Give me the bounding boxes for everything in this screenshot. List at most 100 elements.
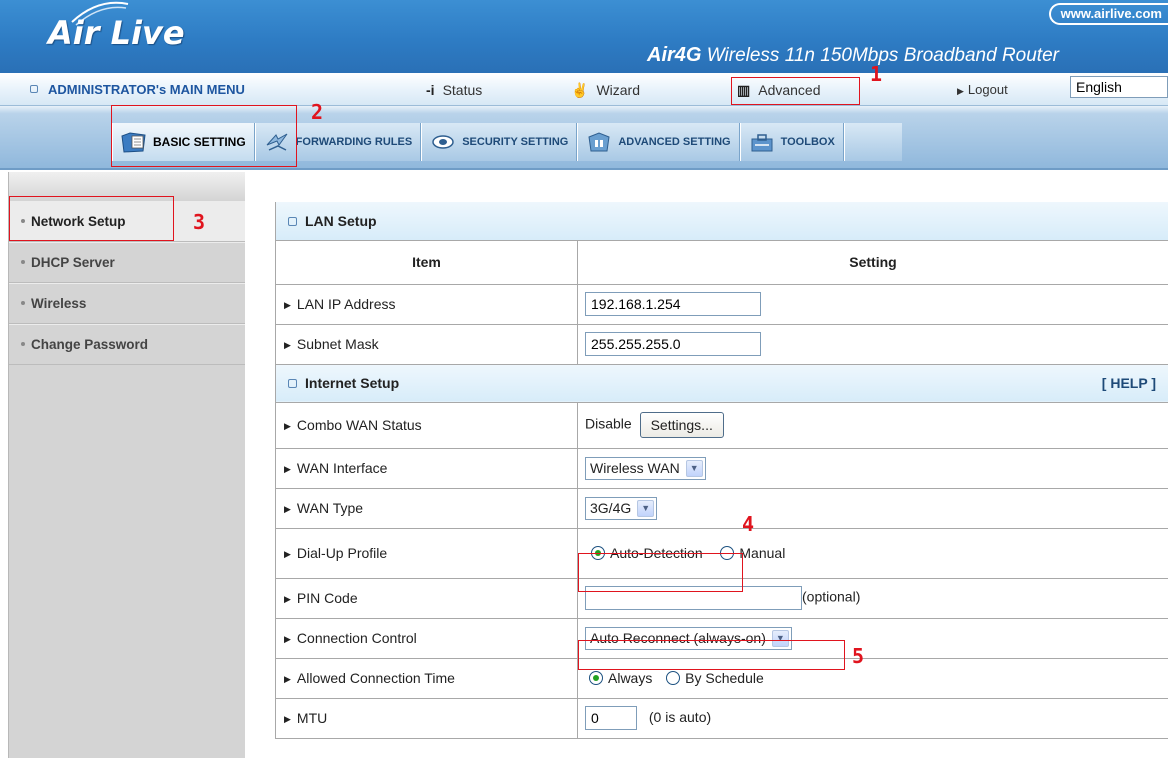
bullet-dot-icon: [21, 260, 25, 264]
square-bullet-icon: [288, 379, 297, 388]
status-label: Status: [442, 82, 483, 98]
product-description: Wireless 11n 150Mbps Broadband Router: [706, 45, 1059, 66]
lan-setup-title: LAN Setup: [305, 212, 377, 229]
arrow-right-icon: ▶: [284, 549, 291, 559]
mtu-input[interactable]: 0: [585, 706, 637, 730]
menu-wizard[interactable]: ✌ Wizard: [571, 82, 640, 99]
website-url: www.airlive.com: [1048, 3, 1168, 25]
internet-setup-heading: Internet Setup [ HELP ]: [275, 364, 1168, 403]
allowed-always-radio[interactable]: [589, 671, 603, 685]
wan-type-label-cell: ▶ WAN Type: [275, 488, 578, 529]
square-bullet-icon: [30, 85, 38, 93]
annotation-number-4: 4: [742, 512, 755, 536]
annotation-number-5: 5: [852, 644, 865, 668]
allowed-schedule-label: By Schedule: [685, 670, 764, 686]
bullet-dot-icon: [21, 342, 25, 346]
arrow-right-icon: ▶: [284, 300, 291, 310]
arrow-right-icon: ▶: [957, 86, 964, 96]
admin-main-menu[interactable]: ADMINISTRATOR's MAIN MENU: [30, 82, 245, 97]
annotation-box-network-setup: [9, 196, 174, 241]
mtu-value-cell: 0 (0 is auto): [577, 698, 1168, 739]
wizard-wand-icon: ✌: [571, 82, 589, 98]
sidebar-item-change-password[interactable]: Change Password: [9, 324, 245, 365]
toolbox-icon: [751, 134, 773, 152]
status-person-icon: -i: [426, 82, 435, 98]
annotation-number-1: 1: [870, 62, 883, 86]
help-link[interactable]: [ HELP ]: [1102, 375, 1156, 391]
building-icon: [588, 132, 610, 152]
wan-type-value-cell: 3G/4G ▼: [577, 488, 1168, 529]
pin-code-label-cell: ▶ PIN Code: [275, 578, 578, 619]
dialup-manual-label: Manual: [739, 545, 786, 561]
lan-ip-input[interactable]: 192.168.1.254: [585, 292, 761, 316]
annotation-box-auto-detection: [578, 553, 743, 592]
product-title: Air4G Wireless 11n 150Mbps Broadband Rou…: [647, 44, 1059, 67]
internet-setup-section-row: Internet Setup [ HELP ]: [275, 364, 1168, 403]
wan-type-select[interactable]: 3G/4G ▼: [585, 496, 658, 520]
sidebar-item-dhcp-server[interactable]: DHCP Server: [9, 242, 245, 283]
tab-spacer: [843, 123, 902, 161]
sidebar-item-label: Wireless: [31, 296, 87, 311]
left-sidebar: Network Setup DHCP Server Wireless Chang…: [8, 172, 245, 758]
arrow-right-icon: ▶: [284, 714, 291, 724]
combo-wan-label: Combo WAN Status: [296, 417, 422, 433]
lan-setup-section-row: LAN Setup: [275, 202, 1168, 241]
table-row: ▶ Combo WAN Status Disable Settings...: [275, 402, 1168, 449]
lan-ip-value-cell: 192.168.1.254: [577, 284, 1168, 325]
annotation-box-connection-control: [578, 640, 845, 670]
table-header-row: Item Setting: [275, 240, 1168, 285]
lan-setup-heading: LAN Setup: [275, 202, 1168, 241]
chevron-down-icon: ▼: [637, 499, 655, 517]
annotation-box-basic-setting: [111, 105, 297, 167]
pin-code-note: (optional): [802, 588, 861, 605]
chevron-down-icon: ▼: [685, 459, 703, 477]
logout-label: Logout: [967, 82, 1008, 97]
column-header-setting: Setting: [577, 240, 1168, 285]
table-row: ▶ WAN Interface Wireless WAN ▼: [275, 448, 1168, 489]
dialup-profile-label: Dial-Up Profile: [296, 545, 388, 561]
combo-wan-label-cell: ▶ Combo WAN Status: [275, 402, 578, 449]
menu-status[interactable]: -i Status: [426, 82, 482, 98]
arrow-right-icon: ▶: [284, 674, 291, 684]
annotation-number-2: 2: [311, 100, 324, 124]
header-banner: Air Live www.airlive.com Air4G Wireless …: [0, 0, 1168, 73]
annotation-number-3: 3: [193, 210, 206, 234]
allowed-time-label: Allowed Connection Time: [296, 670, 455, 686]
lan-ip-label-cell: ▶ LAN IP Address: [275, 284, 578, 325]
mtu-label-cell: ▶ MTU: [275, 698, 578, 739]
combo-wan-value-cell: Disable Settings...: [577, 402, 1168, 449]
wan-interface-label-cell: ▶ WAN Interface: [275, 448, 578, 489]
dialup-profile-label-cell: ▶ Dial-Up Profile: [275, 528, 578, 579]
wan-interface-select[interactable]: Wireless WAN ▼: [585, 456, 706, 480]
combo-wan-settings-button[interactable]: Settings...: [639, 412, 724, 438]
wan-type-label: WAN Type: [296, 500, 364, 516]
mtu-label: MTU: [296, 710, 328, 726]
sidebar-item-wireless[interactable]: Wireless: [9, 283, 245, 324]
annotation-box-advanced: [731, 77, 860, 105]
table-row: ▶ WAN Type 3G/4G ▼: [275, 488, 1168, 529]
combo-wan-status: Disable: [585, 415, 632, 432]
allowed-schedule-radio[interactable]: [666, 671, 681, 685]
tab-security-setting-label: SECURITY SETTING: [462, 136, 569, 148]
arrow-right-icon: ▶: [284, 594, 291, 604]
language-select[interactable]: English: [1070, 76, 1168, 98]
airlive-logo: Air Live: [48, 14, 185, 52]
tab-advanced-setting-label: ADVANCED SETTING: [618, 136, 731, 148]
tab-forwarding-rules-label: FORWARDING RULES: [295, 136, 413, 148]
subnet-mask-input[interactable]: 255.255.255.0: [585, 332, 761, 356]
wan-interface-label: WAN Interface: [296, 460, 388, 476]
menu-logout[interactable]: ▶ Logout: [957, 82, 1008, 97]
table-row: ▶ Subnet Mask 255.255.255.0: [275, 324, 1168, 365]
table-row: ▶ MTU 0 (0 is auto): [275, 698, 1168, 739]
admin-menu-label: ADMINISTRATOR's MAIN MENU: [48, 82, 245, 97]
tab-advanced-setting[interactable]: ADVANCED SETTING: [577, 123, 740, 161]
wan-interface-selected: Wireless WAN: [590, 460, 680, 476]
product-model: Air4G: [647, 44, 702, 66]
tab-toolbox[interactable]: TOOLBOX: [739, 123, 844, 161]
subnet-mask-value-cell: 255.255.255.0: [577, 324, 1168, 365]
eye-security-icon: [432, 135, 454, 149]
arrow-right-icon: ▶: [284, 504, 291, 514]
sidebar-item-label: Change Password: [31, 337, 149, 352]
tab-security-setting[interactable]: SECURITY SETTING: [421, 123, 578, 161]
sidebar-item-label: DHCP Server: [31, 255, 115, 270]
